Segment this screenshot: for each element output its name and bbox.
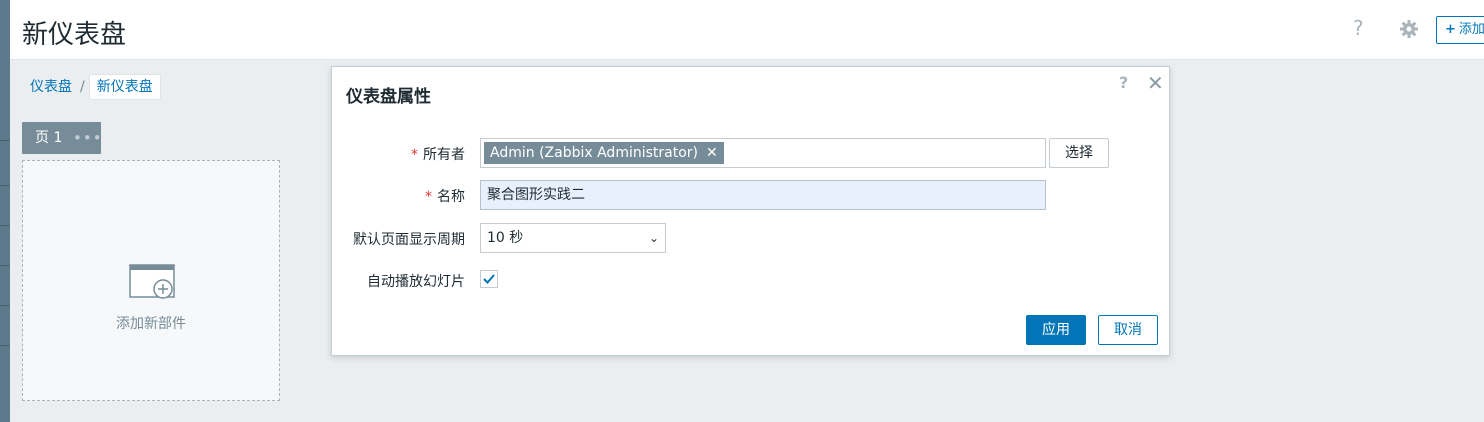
add-widget-label[interactable]: 添加新部件 (23, 313, 279, 333)
owner-label: * 所有者 (411, 144, 465, 164)
required-marker: * (425, 189, 432, 205)
period-label: 默认页面显示周期 (353, 232, 465, 248)
sidebar-divider (0, 305, 10, 306)
header-bar: 新仪表盘 ? + 添加 (10, 0, 1484, 60)
select-owner-button[interactable]: 选择 (1049, 138, 1109, 168)
more-options-icon[interactable]: ••• (73, 122, 103, 154)
left-sidebar-edge (0, 0, 10, 422)
breadcrumb-current[interactable]: 新仪表盘 (88, 74, 161, 100)
tab-page-1-label: 页 1 (35, 130, 63, 146)
required-marker: * (411, 147, 418, 163)
breadcrumb-link-dashboards[interactable]: 仪表盘 (22, 75, 80, 99)
remove-owner-icon[interactable]: ✕ (706, 145, 718, 161)
sidebar-divider (0, 265, 10, 266)
tab-page-1[interactable]: 页 1 ••• (22, 122, 103, 154)
gear-icon[interactable] (1399, 19, 1419, 39)
sidebar-divider (0, 225, 10, 226)
add-widget-icon (129, 264, 175, 299)
cancel-button[interactable]: 取消 (1098, 315, 1158, 345)
add-widget-placeholder[interactable]: 添加新部件 (22, 160, 280, 401)
slideshow-checkbox[interactable] (480, 270, 498, 288)
owner-label-text: 所有者 (423, 147, 465, 163)
slideshow-label: 自动播放幻灯片 (367, 274, 465, 290)
sidebar-divider (0, 185, 10, 186)
name-input[interactable]: 聚合图形实践二 (480, 180, 1046, 210)
dialog-help-icon[interactable]: ? (1119, 73, 1128, 92)
add-button-label: 添加 (1458, 22, 1484, 37)
plus-icon: + (1445, 22, 1456, 37)
name-label-text: 名称 (437, 189, 465, 205)
owner-chip: Admin (Zabbix Administrator) ✕ (484, 142, 724, 164)
breadcrumb: 仪表盘 / 新仪表盘 (22, 74, 161, 100)
name-label: * 名称 (425, 186, 465, 206)
period-select-value: 10 秒 (487, 230, 524, 246)
owner-multiselect[interactable]: Admin (Zabbix Administrator) ✕ (480, 138, 1046, 168)
checkmark-icon (483, 274, 495, 284)
page-title: 新仪表盘 (22, 20, 127, 50)
sidebar-divider (0, 345, 10, 346)
chevron-down-icon: ⌄ (648, 231, 659, 245)
close-icon[interactable]: ✕ (1147, 71, 1164, 95)
owner-chip-text: Admin (Zabbix Administrator) (490, 145, 698, 161)
apply-button[interactable]: 应用 (1026, 315, 1086, 345)
dialog-title: 仪表盘属性 (346, 87, 431, 107)
dashboard-properties-dialog: 仪表盘属性 ? ✕ * 所有者 Admin (Zabbix Administrat… (331, 66, 1170, 356)
breadcrumb-separator: / (80, 79, 85, 95)
sidebar-divider (0, 140, 10, 141)
question-mark-icon[interactable]: ? (1353, 16, 1364, 40)
period-select[interactable]: 10 秒 ⌄ (480, 223, 666, 253)
add-button[interactable]: + 添加 (1436, 16, 1484, 44)
